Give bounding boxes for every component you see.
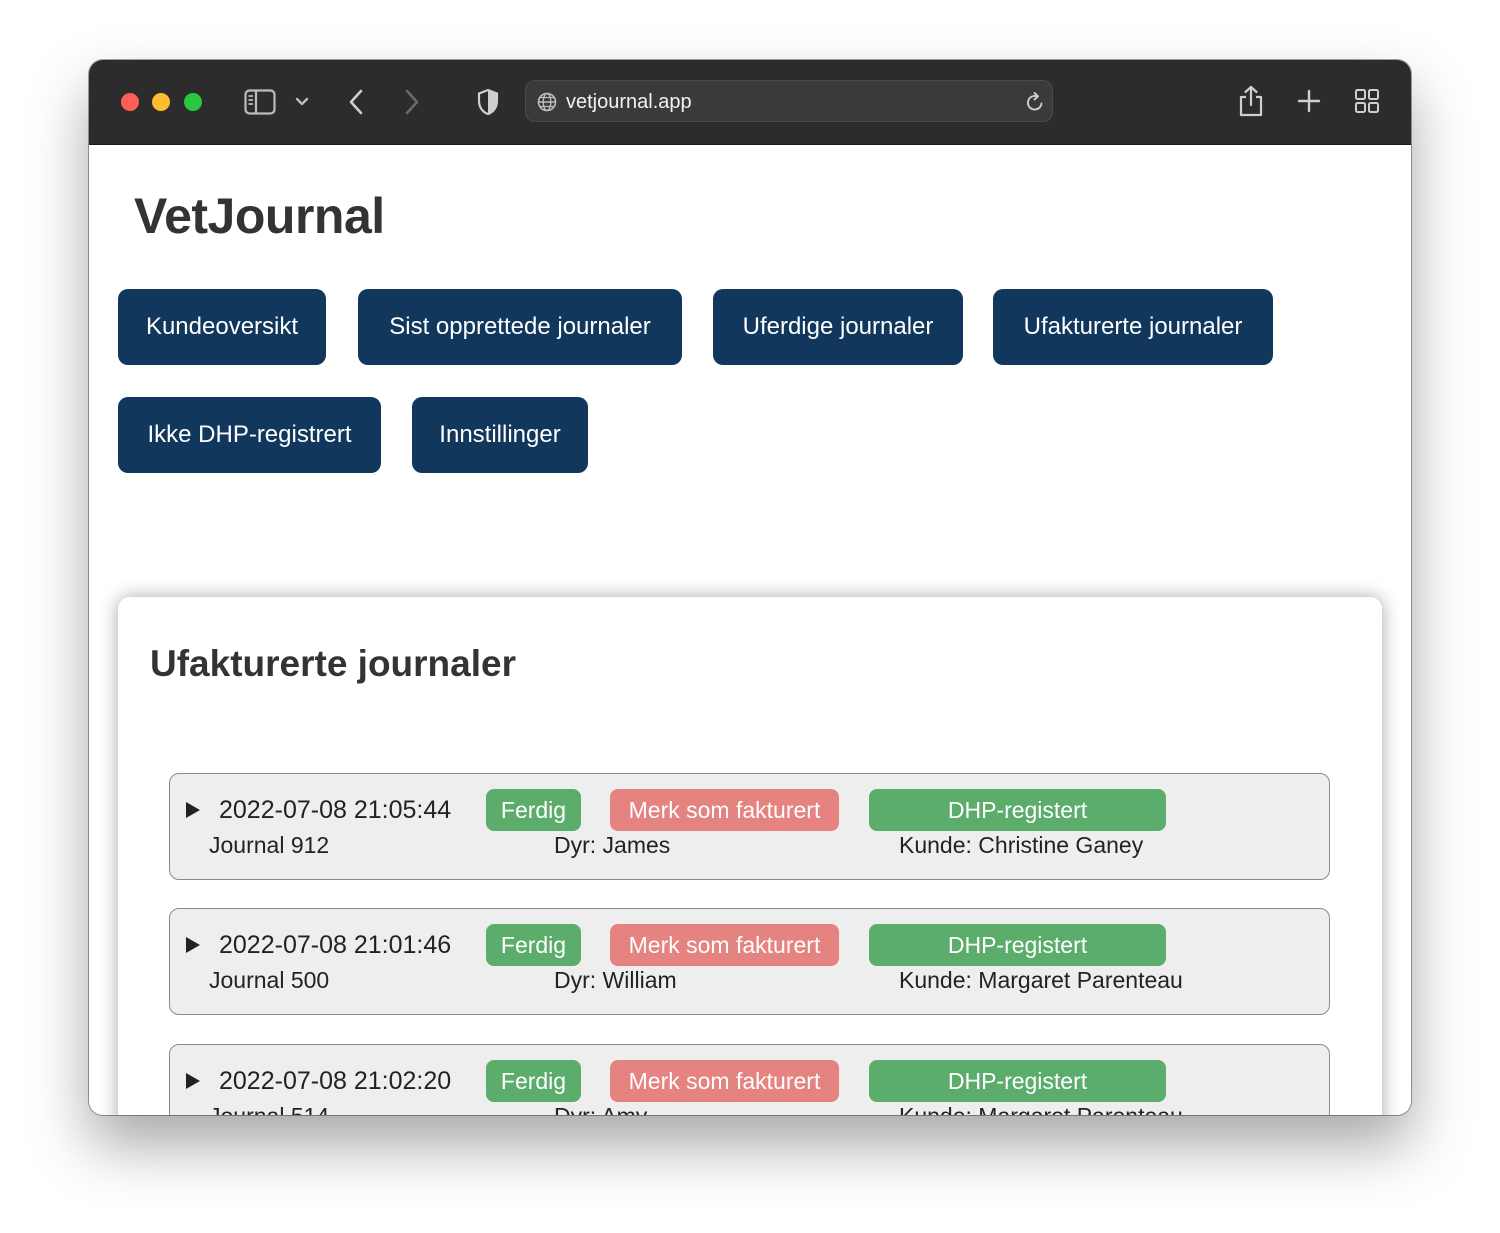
entry-timestamp: 2022-07-08 21:01:46 (219, 931, 452, 959)
expand-triangle-icon[interactable] (186, 802, 200, 818)
page-content: VetJournal Kundeoversikt Sist opprettede… (89, 145, 1411, 1115)
close-window-button[interactable] (121, 93, 139, 111)
address-bar[interactable]: vetjournal.app (525, 80, 1053, 122)
sidebar-icon[interactable] (243, 88, 277, 116)
dhp-registered-badge[interactable]: DHP-registert (869, 1060, 1166, 1102)
nav-button-uferdige[interactable]: Uferdige journaler (713, 289, 963, 365)
journal-number: Journal 912 (209, 832, 330, 858)
journal-entry[interactable]: 2022-07-08 21:01:46 Ferdig Merk som fakt… (169, 908, 1330, 1015)
nav-button-ufakturerte[interactable]: Ufakturerte journaler (993, 289, 1273, 365)
nav-button-sist-opprettede[interactable]: Sist opprettede journaler (358, 289, 682, 365)
journal-entry[interactable]: 2022-07-08 21:02:20 Ferdig Merk som fakt… (169, 1044, 1330, 1115)
back-arrow-icon[interactable] (345, 88, 367, 116)
privacy-shield-icon[interactable] (475, 87, 501, 117)
customer-name: Kunde: Christine Ganey (899, 832, 1144, 858)
chevron-down-icon[interactable] (294, 94, 310, 110)
forward-arrow-icon[interactable] (401, 88, 423, 116)
animal-name: Dyr: James (554, 832, 671, 858)
dhp-registered-badge[interactable]: DHP-registert (869, 789, 1166, 831)
entry-timestamp: 2022-07-08 21:02:20 (219, 1067, 452, 1095)
journal-entry[interactable]: 2022-07-08 21:05:44 Ferdig Merk som fakt… (169, 773, 1330, 880)
mark-invoiced-button[interactable]: Merk som fakturert (610, 789, 839, 831)
browser-window: vetjournal.app VetJournal Kundeoversikt … (89, 60, 1411, 1115)
zoom-window-button[interactable] (184, 93, 202, 111)
mark-invoiced-button[interactable]: Merk som fakturert (610, 1060, 839, 1102)
new-tab-plus-icon[interactable] (1296, 88, 1322, 114)
status-badge-ferdig[interactable]: Ferdig (486, 1060, 581, 1102)
status-badge-ferdig[interactable]: Ferdig (486, 924, 581, 966)
url-text: vetjournal.app (566, 91, 692, 113)
tab-overview-icon[interactable] (1353, 87, 1381, 115)
customer-name: Kunde: Margaret Parenteau (899, 967, 1183, 993)
nav-button-innstillinger[interactable]: Innstillinger (412, 397, 588, 473)
minimize-window-button[interactable] (152, 93, 170, 111)
animal-name: Dyr: William (554, 967, 677, 993)
expand-triangle-icon[interactable] (186, 937, 200, 953)
expand-triangle-icon[interactable] (186, 1073, 200, 1089)
dhp-registered-badge[interactable]: DHP-registert (869, 924, 1166, 966)
journal-number: Journal 514 (209, 1103, 329, 1115)
browser-toolbar: vetjournal.app (89, 60, 1411, 145)
mark-invoiced-button[interactable]: Merk som fakturert (610, 924, 839, 966)
globe-icon (536, 91, 558, 113)
nav-button-ikke-dhp[interactable]: Ikke DHP-registrert (118, 397, 381, 473)
entry-timestamp: 2022-07-08 21:05:44 (219, 796, 452, 824)
journal-list-card: Ufakturerte journaler 2022-07-08 21:05:4… (118, 597, 1382, 1115)
share-icon[interactable] (1237, 84, 1265, 118)
reload-icon[interactable] (1024, 90, 1046, 114)
animal-name: Dyr: Amy (554, 1103, 647, 1115)
journal-number: Journal 500 (209, 967, 330, 993)
customer-name: Kunde: Margaret Parenteau (899, 1103, 1183, 1115)
app-title: VetJournal (134, 188, 385, 244)
status-badge-ferdig[interactable]: Ferdig (486, 789, 581, 831)
section-title: Ufakturerte journaler (150, 643, 516, 684)
nav-button-kundeoversikt[interactable]: Kundeoversikt (118, 289, 326, 365)
